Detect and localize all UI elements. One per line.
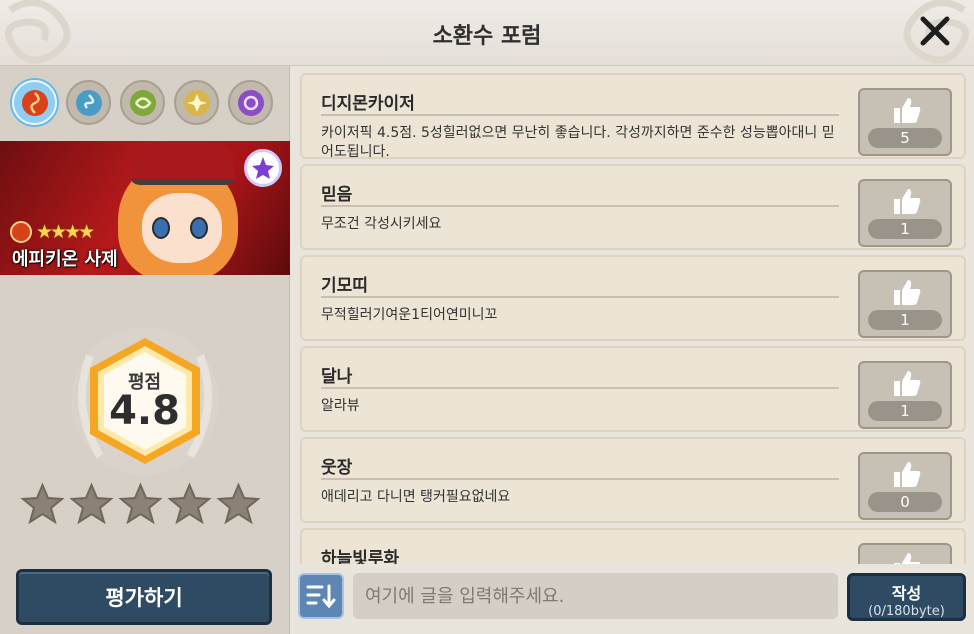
post-card: 기모띠 무적힐러기여운1티어연미니꼬 1 xyxy=(300,255,966,341)
like-button[interactable]: 1 xyxy=(858,361,952,429)
post-text: 무조건 각성시키세요 xyxy=(321,216,442,232)
wood-element-icon xyxy=(129,89,156,116)
rating-stars xyxy=(20,482,261,527)
post-card: 달나 알라뷰 1 xyxy=(300,346,966,432)
element-filter xyxy=(12,80,273,126)
star-icon[interactable] xyxy=(216,482,261,527)
comment-input[interactable] xyxy=(353,573,838,619)
thumbs-up-icon xyxy=(894,189,921,214)
post-text: 알라뷰 xyxy=(321,398,360,414)
star-icon[interactable] xyxy=(118,482,163,527)
thumbs-up-icon xyxy=(894,553,921,564)
like-count: 5 xyxy=(868,128,942,148)
star-icon[interactable] xyxy=(167,482,212,527)
thumbs-up-icon xyxy=(894,371,921,396)
byte-counter: (0/180byte) xyxy=(868,604,945,619)
like-button[interactable] xyxy=(858,543,952,564)
monster-grade: ★★★★ xyxy=(10,221,95,243)
post-text: 카이저픽 4.5점. 5성힐러없으면 무난히 좋습니다. 각성까지하면 준수한 … xyxy=(321,125,835,160)
post-author: 디지몬카이저 xyxy=(321,94,415,114)
star-icon[interactable] xyxy=(20,482,65,527)
post-author: 믿음 xyxy=(321,185,353,205)
submit-button[interactable]: 작성 (0/180byte) xyxy=(847,573,966,621)
like-count: 1 xyxy=(868,401,942,421)
post-author: 웃장 xyxy=(321,458,353,478)
submit-label: 작성 xyxy=(891,584,922,603)
header-bar: 소환수 포럼 xyxy=(0,0,974,66)
swap-awaken-icon[interactable] xyxy=(244,149,282,187)
like-button[interactable]: 0 xyxy=(858,452,952,520)
like-count: 0 xyxy=(868,492,942,512)
post-text: 무적힐러기여운1티어연미니꼬 xyxy=(321,307,498,323)
rate-button[interactable]: 평가하기 xyxy=(16,569,272,625)
like-button[interactable]: 5 xyxy=(858,88,952,156)
like-button[interactable]: 1 xyxy=(858,179,952,247)
element-dark-button[interactable] xyxy=(228,80,273,125)
light-element-icon xyxy=(183,89,210,116)
post-card: 디지몬카이저 카이저픽 4.5점. 5성힐러없으면 무난히 좋습니다. 각성까지… xyxy=(300,73,966,160)
element-wood-button[interactable] xyxy=(120,80,165,125)
water-element-icon xyxy=(75,89,102,116)
monster-banner[interactable]: ★★★★ 에피키온 사제 xyxy=(0,141,290,275)
monster-name: 에피키온 사제 xyxy=(12,249,118,270)
post-list[interactable]: 디지몬카이저 카이저픽 4.5점. 5성힐러없으면 무난히 좋습니다. 각성까지… xyxy=(298,68,968,564)
thumbs-up-icon xyxy=(894,98,921,123)
element-light-button[interactable] xyxy=(174,80,219,125)
grade-stars: ★★★★ xyxy=(36,221,95,243)
close-icon[interactable] xyxy=(918,14,952,48)
post-author: 기모띠 xyxy=(321,276,368,296)
dark-element-icon xyxy=(237,89,264,116)
fire-element-icon xyxy=(21,89,48,116)
post-author: 하늘빛루화 xyxy=(321,549,400,564)
thumbs-up-icon xyxy=(894,280,921,305)
element-water-button[interactable] xyxy=(66,80,111,125)
sort-icon xyxy=(306,584,336,609)
like-count: 1 xyxy=(868,219,942,239)
thumbs-up-icon xyxy=(894,462,921,487)
like-count: 1 xyxy=(868,310,942,330)
post-card: 하늘빛루화 xyxy=(300,528,966,564)
star-icon[interactable] xyxy=(69,482,114,527)
fire-element-icon xyxy=(10,221,32,243)
post-text: 애데리고 다니면 탱커필요없네요 xyxy=(321,489,511,505)
monster-info-panel: ★★★★ 에피키온 사제 평점 4.8 평가하기 xyxy=(0,66,290,634)
post-card: 믿음 무조건 각성시키세요 1 xyxy=(300,164,966,250)
page-title: 소환수 포럼 xyxy=(432,24,542,49)
sort-button[interactable] xyxy=(298,573,344,619)
element-fire-button[interactable] xyxy=(12,80,57,125)
rating-value: 4.8 xyxy=(109,388,180,434)
post-author: 달나 xyxy=(321,367,353,387)
post-card: 웃장 애데리고 다니면 탱커필요없네요 0 xyxy=(300,437,966,523)
like-button[interactable]: 1 xyxy=(858,270,952,338)
